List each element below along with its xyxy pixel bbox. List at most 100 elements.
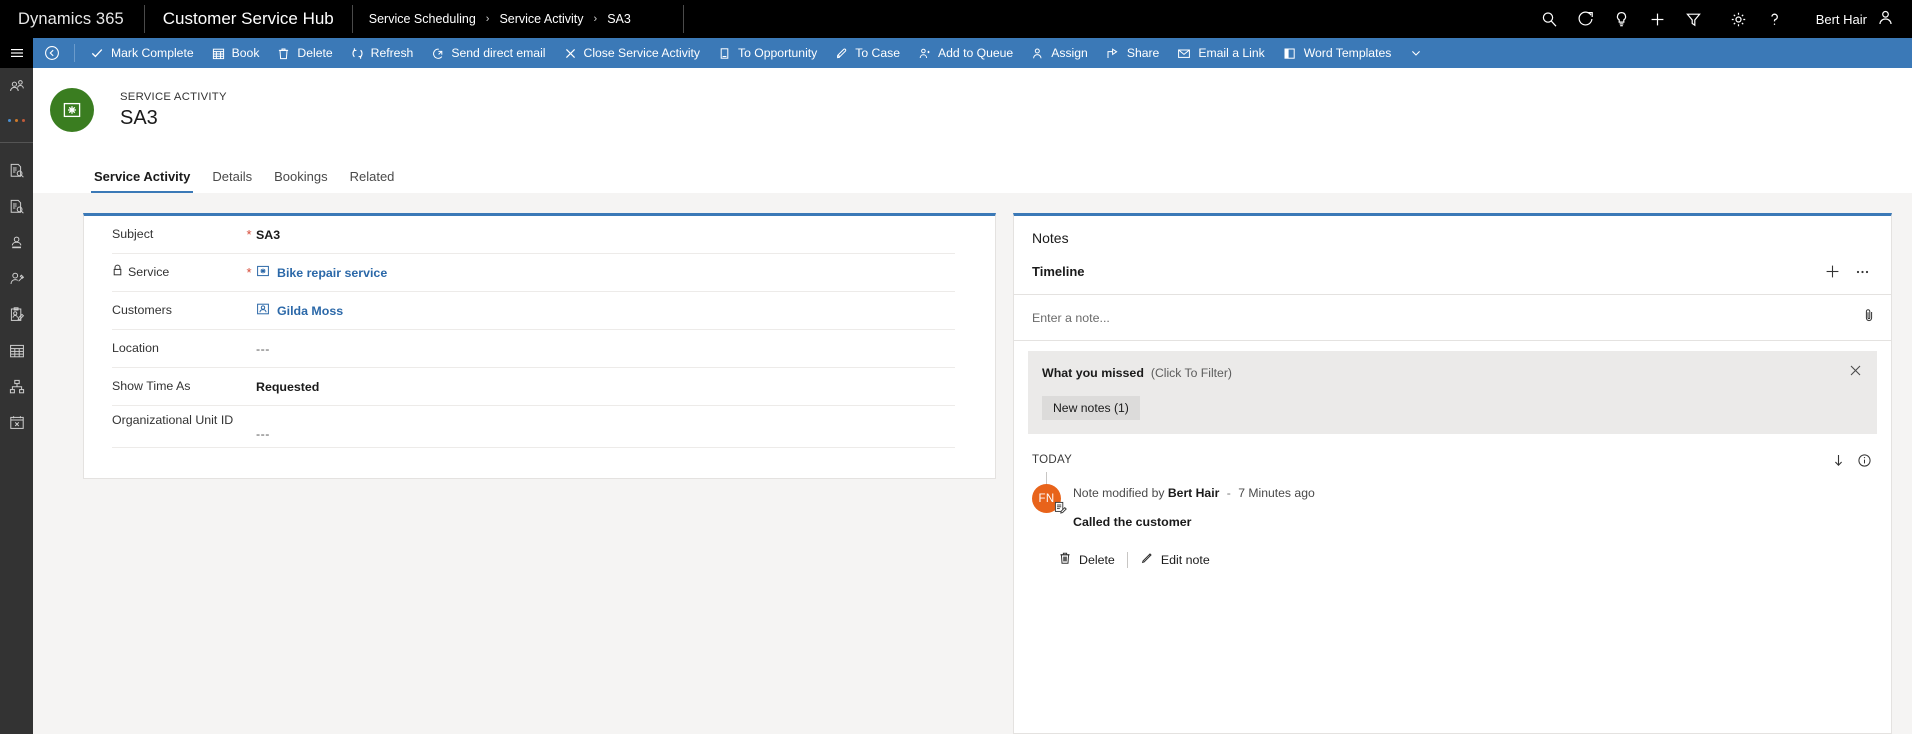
record-entity-label: SERVICE ACTIVITY [120, 90, 227, 103]
email-a-link-label: Email a Link [1198, 46, 1265, 60]
field-link-customers[interactable]: Gilda Moss [277, 304, 343, 318]
pencil-icon [1140, 551, 1154, 568]
edit-note-button[interactable]: Edit note [1128, 551, 1222, 568]
lock-icon [112, 264, 123, 281]
to-opportunity-button[interactable]: To Opportunity [709, 38, 826, 68]
sidebar-item-calendar[interactable] [0, 333, 33, 369]
page-title: SA3 [120, 106, 158, 129]
close-service-activity-button[interactable]: Close Service Activity [555, 38, 710, 68]
search-icon[interactable] [1532, 0, 1568, 38]
record-title-group: SERVICE ACTIVITY SA3 [120, 89, 227, 131]
refresh-icon [351, 47, 364, 60]
record-header: SERVICE ACTIVITY SA3 [33, 68, 1912, 151]
timeline-entry-actions: Delete Edit note [1014, 529, 1891, 568]
avatar [1877, 9, 1894, 29]
share-icon [1106, 47, 1120, 60]
field-link-service[interactable]: Bike repair service [277, 266, 387, 280]
sidebar-item-queue[interactable] [0, 297, 33, 333]
tab-service-activity[interactable]: Service Activity [83, 169, 201, 193]
book-button[interactable]: Book [203, 38, 269, 68]
delete-note-button[interactable]: Delete [1058, 551, 1127, 568]
breadcrumb-item-service-activity[interactable]: Service Activity [499, 12, 583, 26]
chevron-down-icon[interactable] [1410, 47, 1422, 59]
assign-button[interactable]: Assign [1022, 38, 1097, 68]
close-x-icon [564, 47, 577, 60]
user-menu[interactable]: Bert Hair [1802, 0, 1912, 38]
chevron-right-icon: › [593, 13, 598, 25]
mark-complete-button[interactable]: Mark Complete [81, 38, 203, 68]
field-value-show-time-as[interactable]: Requested [256, 380, 319, 394]
field-value-organizational-unit-id[interactable]: --- [256, 427, 270, 441]
lightbulb-icon[interactable] [1604, 0, 1640, 38]
timeline-header: Timeline [1014, 252, 1891, 295]
sidebar-item-recent-contact[interactable] [0, 68, 33, 104]
sidebar-item-article-lookup[interactable] [0, 189, 33, 225]
delete-button[interactable]: Delete [268, 38, 341, 68]
word-templates-button[interactable]: Word Templates [1274, 38, 1432, 68]
to-case-button[interactable]: To Case [826, 38, 909, 68]
sidebar-item-account[interactable] [0, 225, 33, 261]
breadcrumb-item-service-scheduling[interactable]: Service Scheduling [369, 12, 476, 26]
timeline-entry: FN Note modified by Bert Hair - 7 Minute… [1014, 472, 1891, 529]
timeline-entry-author[interactable]: Bert Hair [1168, 486, 1219, 500]
filter-icon[interactable] [1676, 0, 1712, 38]
topbar-icon-group [1532, 0, 1802, 38]
field-value-customers[interactable]: Gilda Moss [256, 302, 343, 319]
ellipsis-icon[interactable] [1847, 258, 1877, 284]
send-direct-email-button[interactable]: Send direct email [422, 38, 554, 68]
assign-label: Assign [1051, 46, 1088, 60]
back-circle-icon[interactable] [36, 38, 68, 68]
close-x-icon[interactable] [1848, 363, 1863, 383]
book-label: Book [231, 46, 260, 60]
refresh-button[interactable]: Refresh [342, 38, 423, 68]
tab-details[interactable]: Details [201, 169, 263, 193]
field-label-location: Location [112, 341, 159, 355]
email-a-link-button[interactable]: Email a Link [1168, 38, 1273, 68]
timeline-entry-separator: - [1226, 486, 1231, 500]
timeline-entry-meta: Note modified by Bert Hair - 7 Minutes a… [1073, 484, 1315, 502]
service-activity-icon [50, 87, 94, 132]
command-bar: Mark Complete Book Delete Refresh Send d [33, 38, 1912, 68]
plus-icon[interactable] [1640, 0, 1676, 38]
edit-note-label: Edit note [1160, 552, 1210, 567]
new-notes-filter-chip[interactable]: New notes (1) [1042, 396, 1140, 420]
info-icon[interactable] [1851, 448, 1877, 472]
tab-bookings[interactable]: Bookings [263, 169, 338, 193]
chevron-right-icon: › [485, 13, 490, 25]
plus-icon[interactable] [1817, 258, 1847, 284]
field-value-location[interactable]: --- [256, 342, 270, 356]
sidebar-item-hierarchy[interactable] [0, 369, 33, 405]
paperclip-icon[interactable] [1861, 307, 1877, 328]
sidebar-navigation [0, 68, 33, 734]
share-button[interactable]: Share [1097, 38, 1169, 68]
service-icon [256, 264, 270, 281]
delete-label: Delete [297, 46, 333, 60]
send-direct-email-label: Send direct email [451, 46, 546, 60]
top-navigation-bar: Dynamics 365 Customer Service Hub Servic… [0, 0, 1912, 38]
sidebar-item-service-activity[interactable] [0, 405, 33, 441]
email-link-icon [1177, 47, 1191, 60]
field-value-subject[interactable]: SA3 [256, 228, 280, 242]
sort-down-icon[interactable] [1825, 448, 1851, 472]
tab-related[interactable]: Related [339, 169, 406, 193]
field-label-service: Service [112, 264, 242, 281]
field-row-organizational-unit-id: Organizational Unit ID --- [112, 406, 955, 448]
add-to-queue-button[interactable]: Add to Queue [909, 38, 1022, 68]
brand-logo[interactable]: Dynamics 365 [0, 0, 144, 38]
required-marker: * [246, 227, 252, 242]
hamburger-icon[interactable] [0, 38, 33, 68]
app-title[interactable]: Customer Service Hub [145, 0, 352, 38]
help-icon[interactable] [1757, 0, 1793, 38]
user-name: Bert Hair [1815, 11, 1867, 27]
gear-icon[interactable] [1721, 0, 1757, 38]
sidebar-item-contact-search[interactable] [0, 261, 33, 297]
field-value-service[interactable]: Bike repair service [256, 264, 387, 281]
field-label-service-text: Service [128, 265, 170, 279]
breadcrumb-item-sa3[interactable]: SA3 [607, 12, 631, 26]
sidebar-item-case-lookup[interactable] [0, 153, 33, 189]
assistant-icon[interactable] [1568, 0, 1604, 38]
note-input-row[interactable]: Enter a note... [1014, 295, 1891, 341]
sidebar-item-more[interactable] [0, 104, 33, 136]
note-edit-icon [1053, 500, 1068, 518]
form-tabs: Service Activity Details Bookings Relate… [33, 151, 1912, 193]
